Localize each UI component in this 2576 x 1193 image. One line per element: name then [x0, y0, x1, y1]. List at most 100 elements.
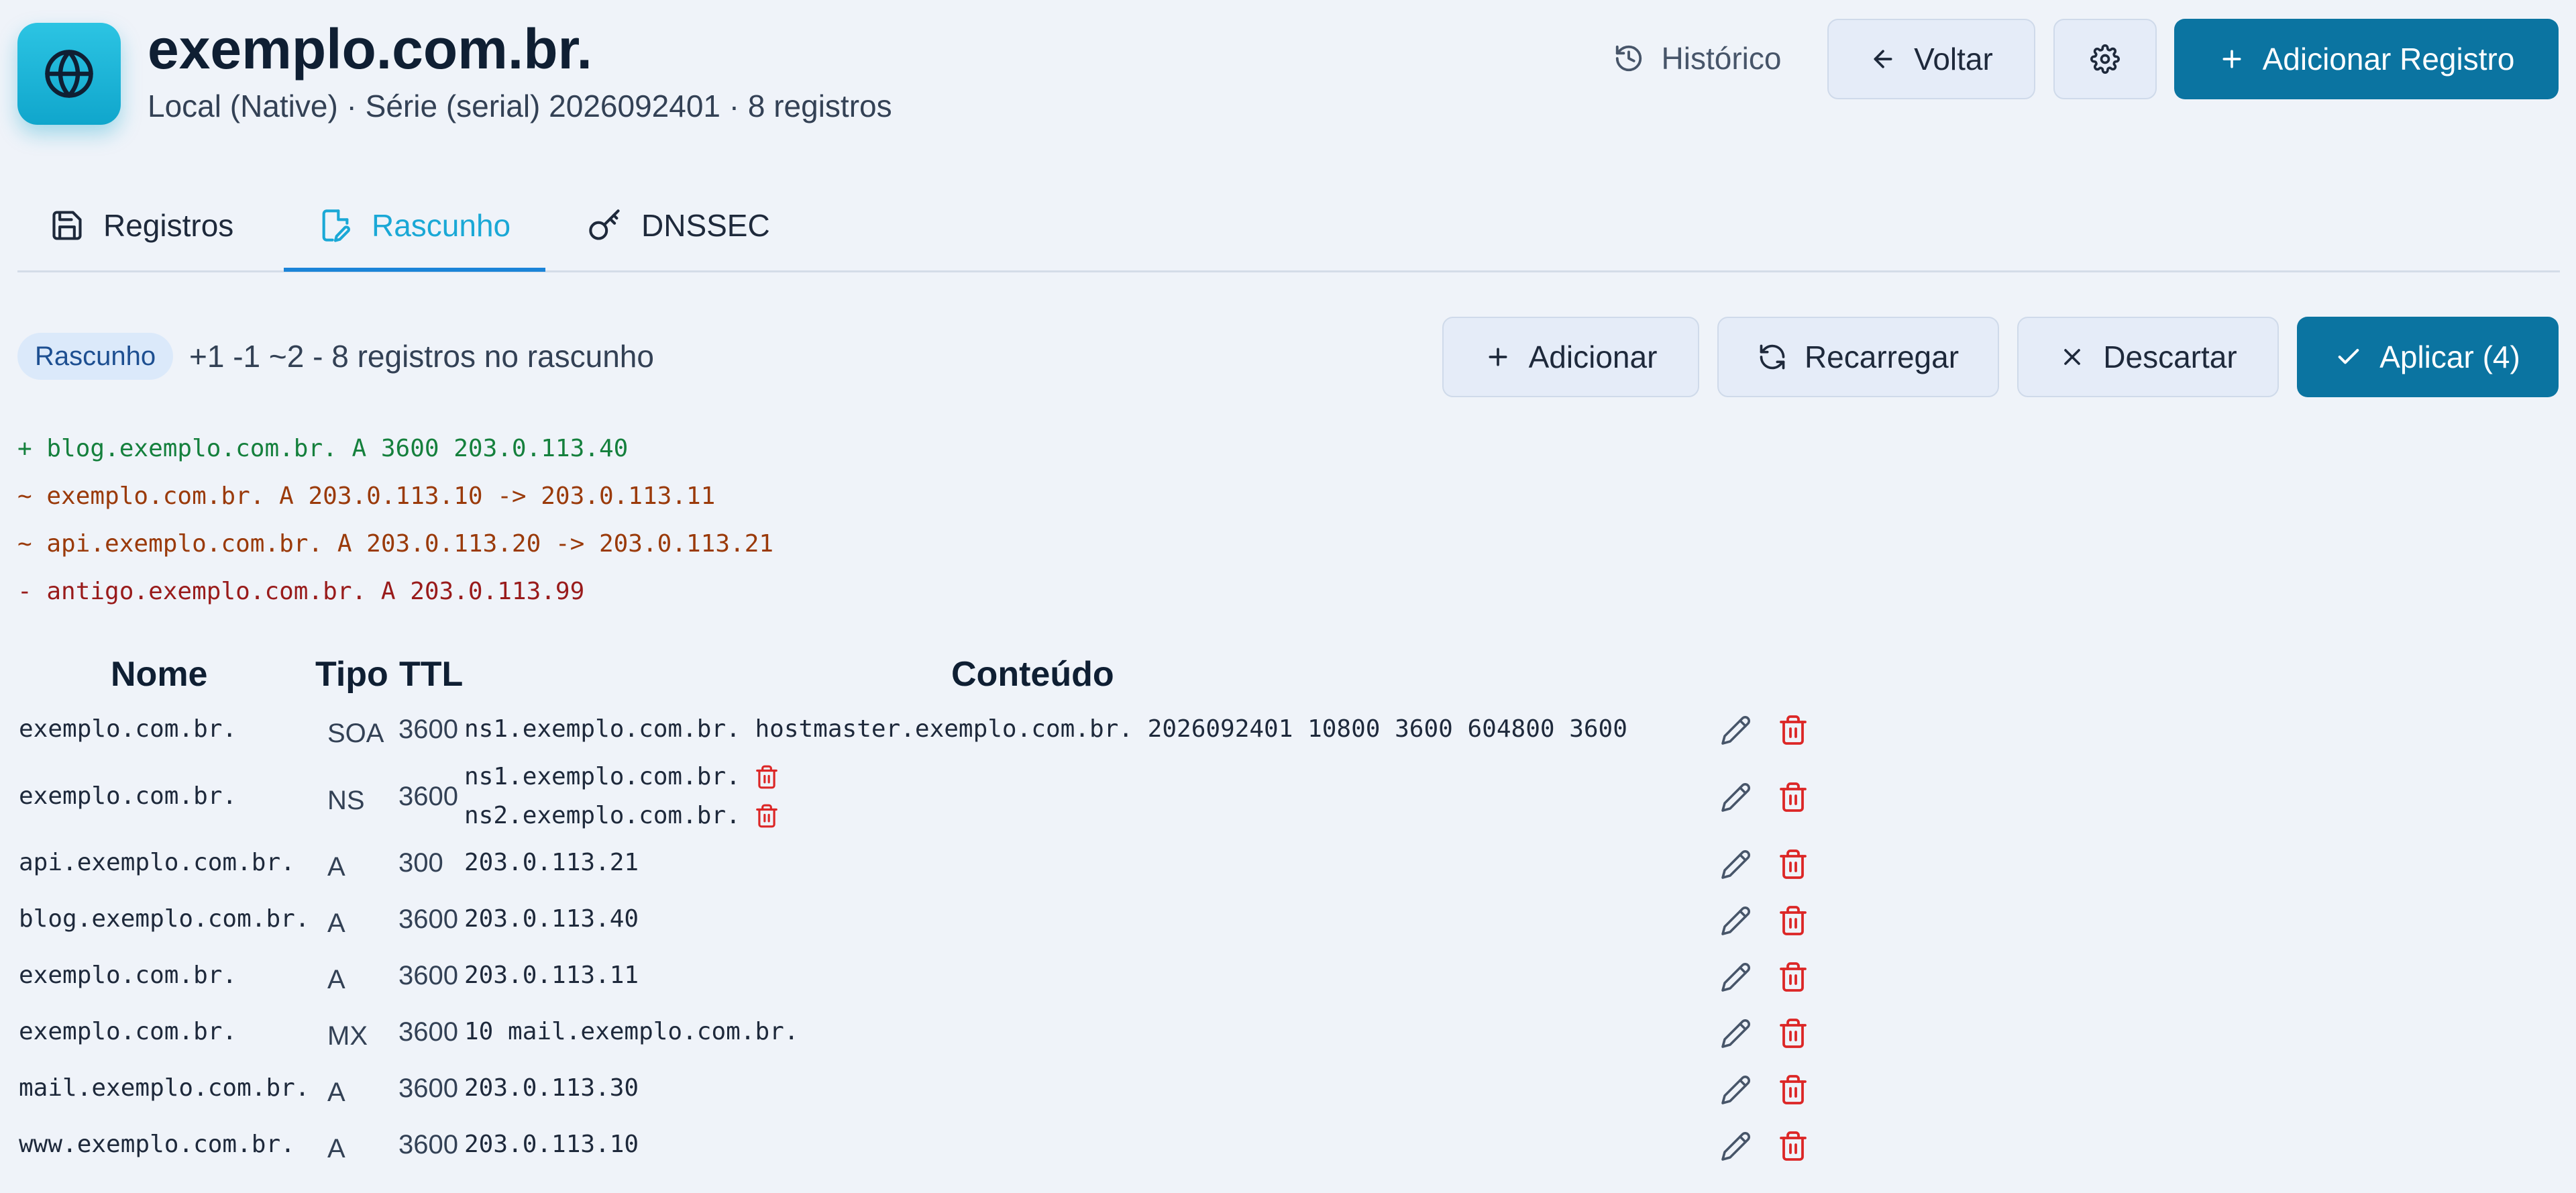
trash-icon — [1780, 715, 1807, 745]
record-name: mail.exemplo.com.br. — [19, 1074, 310, 1102]
pencil-icon — [1721, 963, 1750, 992]
record-ttl: 3600 — [398, 1074, 458, 1103]
record-type: NS — [327, 786, 365, 815]
record-name: api.exemplo.com.br. — [19, 849, 295, 876]
history-button[interactable]: Histórico — [1597, 19, 1798, 98]
trash-icon — [1780, 1019, 1807, 1048]
tab-dnssec[interactable]: DNSSEC — [588, 199, 770, 252]
tab-rascunho-label: Rascunho — [372, 208, 511, 243]
edit-record-button[interactable] — [1717, 1127, 1755, 1165]
delete-record-button[interactable] — [1774, 1015, 1812, 1052]
record-name: blog.exemplo.com.br. — [19, 905, 310, 933]
record-ttl: 3600 — [398, 782, 458, 811]
record-type: A — [327, 852, 345, 882]
record-name: exemplo.com.br. — [19, 1018, 237, 1045]
key-icon — [588, 208, 623, 243]
pencil-icon — [1721, 906, 1750, 935]
refresh-icon — [1758, 342, 1787, 372]
record-ttl: 3600 — [398, 715, 458, 744]
trash-icon — [1780, 906, 1807, 935]
zone-subtitle: Local (Native) · Série (serial) 20260924… — [148, 89, 892, 123]
reload-button[interactable]: Recarregar — [1717, 317, 1999, 397]
pencil-icon — [1721, 783, 1750, 812]
diff-line-removed: - antigo.exemplo.com.br. A 203.0.113.99 — [17, 578, 585, 605]
trash-icon — [1780, 1075, 1807, 1104]
back-button[interactable]: Voltar — [1827, 19, 2035, 99]
record-content-value: ns2.exemplo.com.br. — [464, 802, 741, 829]
delete-record-button[interactable] — [1774, 1071, 1812, 1108]
arrow-left-icon — [1870, 46, 1896, 72]
record-content: 203.0.113.40 — [464, 905, 639, 933]
settings-button[interactable] — [2053, 19, 2157, 99]
pencil-icon — [1721, 1076, 1750, 1104]
pencil-icon — [1721, 1132, 1750, 1161]
tab-rascunho[interactable]: Rascunho — [318, 199, 511, 252]
trash-icon — [1780, 1131, 1807, 1161]
edit-record-button[interactable] — [1717, 778, 1755, 816]
record-type: MX — [327, 1021, 368, 1051]
tab-registros[interactable]: Registros — [50, 199, 233, 252]
plus-icon — [2218, 46, 2245, 72]
record-content: 203.0.113.11 — [464, 962, 639, 989]
edit-record-button[interactable] — [1717, 845, 1755, 883]
delete-record-button[interactable] — [1774, 902, 1812, 939]
record-ttl: 3600 — [398, 1017, 458, 1047]
trash-icon — [756, 765, 777, 789]
draft-add-button[interactable]: Adicionar — [1442, 317, 1699, 397]
record-ttl: 3600 — [398, 1130, 458, 1159]
zone-globe-icon — [17, 23, 121, 125]
pencil-icon — [1721, 716, 1750, 745]
pencil-icon — [1721, 850, 1750, 879]
column-header-type: Tipo — [315, 655, 388, 694]
record-content: 203.0.113.10 — [464, 1131, 639, 1158]
diff-line-added: + blog.exemplo.com.br. A 3600 203.0.113.… — [17, 435, 629, 462]
history-icon — [1613, 43, 1644, 74]
record-name: exemplo.com.br. — [19, 782, 237, 810]
tab-dnssec-label: DNSSEC — [641, 208, 770, 243]
tab-registros-label: Registros — [103, 208, 234, 243]
record-ttl: 300 — [398, 848, 443, 878]
apply-label: Aplicar (4) — [2379, 340, 2520, 374]
delete-record-button[interactable] — [1774, 958, 1812, 996]
record-ttl: 3600 — [398, 904, 458, 934]
record-content: 203.0.113.30 — [464, 1074, 639, 1102]
add-record-label: Adicionar Registro — [2262, 42, 2515, 76]
record-content: 203.0.113.21 — [464, 849, 639, 876]
reload-label: Recarregar — [1804, 340, 1960, 374]
delete-value-button[interactable] — [748, 797, 786, 835]
column-header-ttl: TTL — [399, 655, 464, 694]
edit-record-button[interactable] — [1717, 711, 1755, 749]
add-record-button[interactable]: Adicionar Registro — [2174, 19, 2559, 99]
delete-record-button[interactable] — [1774, 711, 1812, 749]
record-name: www.exemplo.com.br. — [19, 1131, 295, 1158]
record-type: A — [327, 1134, 345, 1163]
edit-record-button[interactable] — [1717, 958, 1755, 996]
delete-value-button[interactable] — [748, 758, 786, 796]
apply-button[interactable]: Aplicar (4) — [2297, 317, 2559, 397]
diff-line-modified: ~ exemplo.com.br. A 203.0.113.10 -> 203.… — [17, 482, 716, 510]
plus-icon — [1485, 344, 1511, 370]
delete-record-button[interactable] — [1774, 778, 1812, 816]
record-name: exemplo.com.br. — [19, 962, 237, 989]
draft-icon — [318, 208, 353, 243]
draft-add-label: Adicionar — [1528, 340, 1658, 374]
record-name: exemplo.com.br. — [19, 715, 237, 743]
delete-record-button[interactable] — [1774, 845, 1812, 883]
discard-button[interactable]: Descartar — [2017, 317, 2279, 397]
draft-summary: +1 -1 ~2 - 8 registros no rascunho — [189, 339, 654, 374]
record-content-value: ns1.exemplo.com.br. — [464, 763, 741, 790]
edit-record-button[interactable] — [1717, 1071, 1755, 1108]
discard-label: Descartar — [2103, 340, 2237, 374]
column-header-name: Nome — [111, 655, 208, 694]
trash-icon — [1780, 849, 1807, 879]
edit-record-button[interactable] — [1717, 1015, 1755, 1052]
edit-record-button[interactable] — [1717, 902, 1755, 939]
record-content: ns1.exemplo.com.br. hostmaster.exemplo.c… — [464, 715, 1627, 743]
trash-icon — [756, 804, 777, 828]
page-title: exemplo.com.br. — [148, 17, 592, 81]
save-icon — [50, 208, 85, 243]
record-type: A — [327, 1078, 345, 1107]
record-ttl: 3600 — [398, 961, 458, 990]
delete-record-button[interactable] — [1774, 1127, 1812, 1165]
check-icon — [2335, 344, 2362, 370]
